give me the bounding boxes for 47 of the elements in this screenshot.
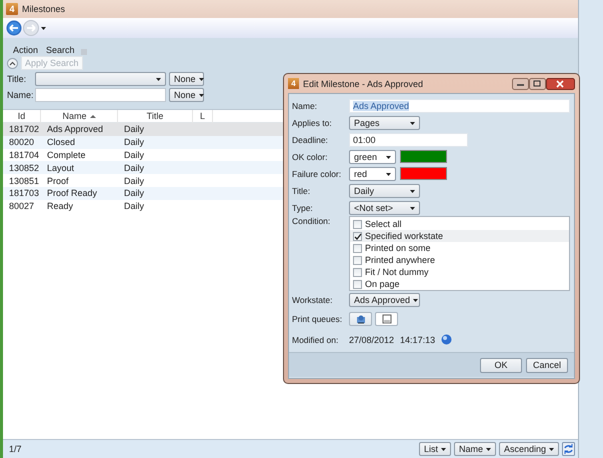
checkbox-label: Printed anywhere bbox=[365, 255, 436, 265]
field-label: Title: bbox=[292, 186, 312, 196]
window-title: Milestones bbox=[22, 4, 66, 14]
checkbox-label: Fit / Not dummy bbox=[365, 267, 429, 277]
table-cell-text: Daily bbox=[123, 124, 146, 134]
app-logo: 4 bbox=[288, 78, 299, 89]
field-label: Print queues: bbox=[292, 314, 344, 324]
table-cell-text: Daily bbox=[123, 150, 146, 160]
checkbox-label: Select all bbox=[365, 219, 402, 229]
modified-date: 27/08/2012 bbox=[349, 334, 394, 344]
table-cell-text: Daily bbox=[123, 176, 146, 186]
checkbox-label: Printed on some bbox=[365, 243, 431, 253]
field-label: Condition: bbox=[292, 216, 332, 226]
field-label: Modified on: bbox=[292, 334, 340, 344]
app-logo: 4 bbox=[6, 3, 18, 15]
table-cell-text: Proof bbox=[46, 176, 70, 186]
field-label: Workstate: bbox=[292, 294, 334, 304]
field-label: Deadline: bbox=[292, 134, 329, 144]
table-cell-text: Proof Ready bbox=[46, 188, 98, 198]
field-label: Title: bbox=[7, 74, 28, 84]
field-label: Type: bbox=[292, 202, 314, 212]
field-label: Applies to: bbox=[292, 118, 333, 128]
dialog-title: Edit Milestone - Ads Approved bbox=[303, 78, 424, 88]
checkbox-label: On page bbox=[365, 279, 400, 289]
table-cell-text: 130852 bbox=[8, 162, 40, 173]
field-label: Failure color: bbox=[292, 168, 342, 178]
field-label: Name: bbox=[7, 90, 32, 100]
table-cell-text: Daily bbox=[123, 188, 146, 198]
table-cell-text: Layout bbox=[46, 162, 76, 173]
table-cell-text: Daily bbox=[123, 201, 146, 212]
table-cell-text: 130851 bbox=[8, 176, 40, 186]
table-cell-text: Closed bbox=[46, 137, 76, 148]
table-cell-text: Complete bbox=[46, 150, 87, 160]
table-cell-text: 80020 bbox=[8, 137, 36, 148]
table-cell-text: 80027 bbox=[8, 201, 36, 212]
checkbox-label: Specified workstate bbox=[365, 231, 444, 241]
table-cell-text: Ads Approved bbox=[46, 124, 104, 134]
field-label: Name: bbox=[292, 100, 318, 110]
table-cell-text: 181704 bbox=[8, 150, 40, 160]
table-cell-text: 181703 bbox=[8, 188, 40, 198]
field-label: OK color: bbox=[292, 152, 328, 162]
table-cell-text: Daily bbox=[123, 162, 146, 173]
table-cell-text: Daily bbox=[123, 137, 146, 148]
record-count: 1/7 bbox=[9, 444, 22, 454]
modified-time: 14:17:13 bbox=[400, 334, 436, 344]
table-cell-text: 181702 bbox=[8, 124, 40, 134]
table-cell-text: Ready bbox=[46, 201, 74, 212]
